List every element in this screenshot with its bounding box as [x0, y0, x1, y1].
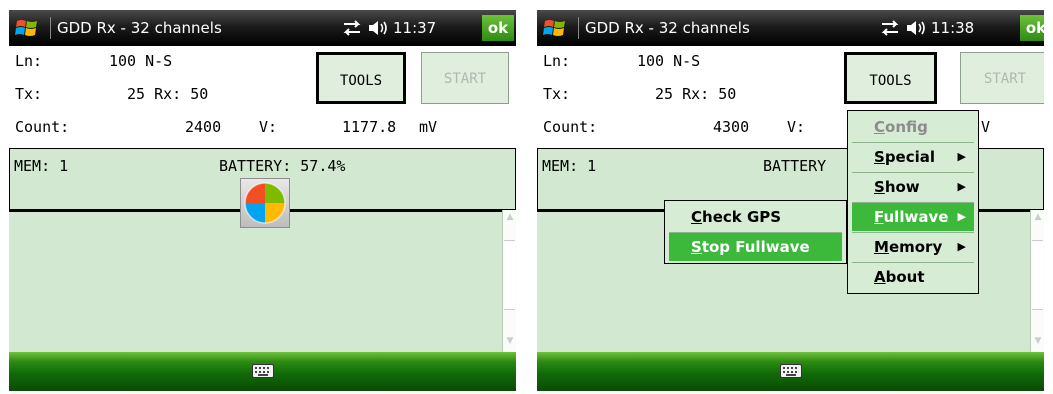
ln-value: 100 N-S — [109, 52, 173, 70]
v-unit: mV — [419, 118, 438, 136]
menu-item-special[interactable]: Special ▶ — [852, 143, 974, 171]
scroll-thumb[interactable] — [504, 240, 515, 310]
v-label: V: — [787, 118, 806, 136]
count-label: Count: — [543, 118, 598, 136]
vertical-scrollbar[interactable]: ▲ ▼ — [502, 210, 516, 352]
title-bar: GDD Rx - 32 channels 11:38 ok — [537, 10, 1044, 46]
left-screen: GDD Rx - 32 channels 11:37 ok Ln: 100 N-… — [9, 10, 516, 391]
windows-flag-icon[interactable] — [543, 17, 567, 39]
count-label: Count: — [15, 118, 70, 136]
menu-item-memory[interactable]: Memory ▶ — [852, 233, 974, 261]
keyboard-icon[interactable] — [252, 364, 274, 378]
scroll-down-arrow-icon[interactable]: ▼ — [1031, 334, 1044, 348]
speaker-volume-icon[interactable] — [905, 19, 927, 37]
connectivity-arrows-icon[interactable] — [879, 19, 901, 37]
ok-button[interactable]: ok — [1020, 15, 1044, 41]
start-button[interactable]: START — [421, 52, 509, 104]
submenu-arrow-icon: ▶ — [957, 180, 966, 193]
scroll-thumb[interactable] — [1032, 240, 1043, 310]
ln-value: 100 N-S — [637, 52, 701, 70]
bottom-softkey-bar — [9, 352, 516, 391]
v-unit-partial: V — [981, 118, 991, 136]
scroll-up-arrow-icon[interactable]: ▲ — [503, 210, 516, 224]
title-bar: GDD Rx - 32 channels 11:37 ok — [9, 10, 516, 46]
menu-item-stop-fullwave[interactable]: Stop Fullwave — [669, 233, 842, 261]
menu-item-show[interactable]: Show ▶ — [852, 173, 974, 201]
scroll-up-arrow-icon[interactable]: ▲ — [1031, 210, 1044, 224]
menu-item-fullwave[interactable]: Fullwave ▶ — [852, 203, 974, 231]
ln-label: Ln: — [543, 52, 571, 70]
clock[interactable]: 11:38 — [931, 19, 974, 37]
bottom-softkey-bar — [537, 352, 1044, 391]
v-value: 1177.8 — [342, 118, 397, 136]
tx-rx-value: 25 Rx: 50 — [127, 85, 209, 103]
info-panel: Ln: 100 N-S Tx: 25 Rx: 50 Count: 2400 V:… — [9, 46, 516, 148]
tools-button[interactable]: TOOLS — [316, 52, 406, 104]
right-screen: GDD Rx - 32 channels 11:38 ok Ln: 100 N-… — [537, 10, 1044, 391]
battery-label: BATTERY: 57.4% — [219, 157, 346, 175]
ln-label: Ln: — [15, 52, 43, 70]
tx-label: Tx: — [15, 85, 43, 103]
menu-item-check-gps[interactable]: Check GPS — [669, 203, 842, 231]
submenu-arrow-icon: ▶ — [957, 240, 966, 253]
menu-item-about[interactable]: About — [852, 263, 974, 291]
tools-menu: Config Special ▶ Show ▶ Fullwave ▶ Memor… — [847, 110, 979, 294]
tools-button[interactable]: TOOLS — [844, 52, 937, 104]
windows-flag-icon[interactable] — [15, 17, 39, 39]
battery-label-partial: BATTERY — [763, 157, 827, 175]
scroll-down-arrow-icon[interactable]: ▼ — [503, 334, 516, 348]
speaker-volume-icon[interactable] — [367, 19, 389, 37]
mem-label: MEM: 1 — [14, 157, 69, 175]
app-title: GDD Rx - 32 channels — [57, 19, 222, 37]
tx-label: Tx: — [543, 85, 571, 103]
windows-start-logo-icon[interactable] — [240, 178, 290, 228]
clock[interactable]: 11:37 — [393, 19, 436, 37]
tx-rx-value: 25 Rx: 50 — [655, 85, 737, 103]
keyboard-icon[interactable] — [780, 364, 802, 378]
app-title: GDD Rx - 32 channels — [585, 19, 750, 37]
menu-item-config[interactable]: Config — [852, 113, 974, 141]
v-label: V: — [259, 118, 278, 136]
fullwave-submenu: Check GPS Stop Fullwave — [664, 200, 847, 264]
mem-label: MEM: 1 — [542, 157, 597, 175]
start-button[interactable]: START — [960, 52, 1044, 104]
submenu-arrow-icon: ▶ — [957, 210, 966, 223]
log-area[interactable] — [9, 210, 516, 352]
vertical-scrollbar[interactable]: ▲ ▼ — [1030, 210, 1044, 352]
count-value: 2400 — [185, 118, 222, 136]
title-separator — [50, 17, 51, 39]
connectivity-arrows-icon[interactable] — [341, 19, 363, 37]
submenu-arrow-icon: ▶ — [957, 150, 966, 163]
ok-button[interactable]: ok — [482, 15, 514, 41]
count-value: 4300 — [713, 118, 750, 136]
title-separator — [578, 17, 579, 39]
